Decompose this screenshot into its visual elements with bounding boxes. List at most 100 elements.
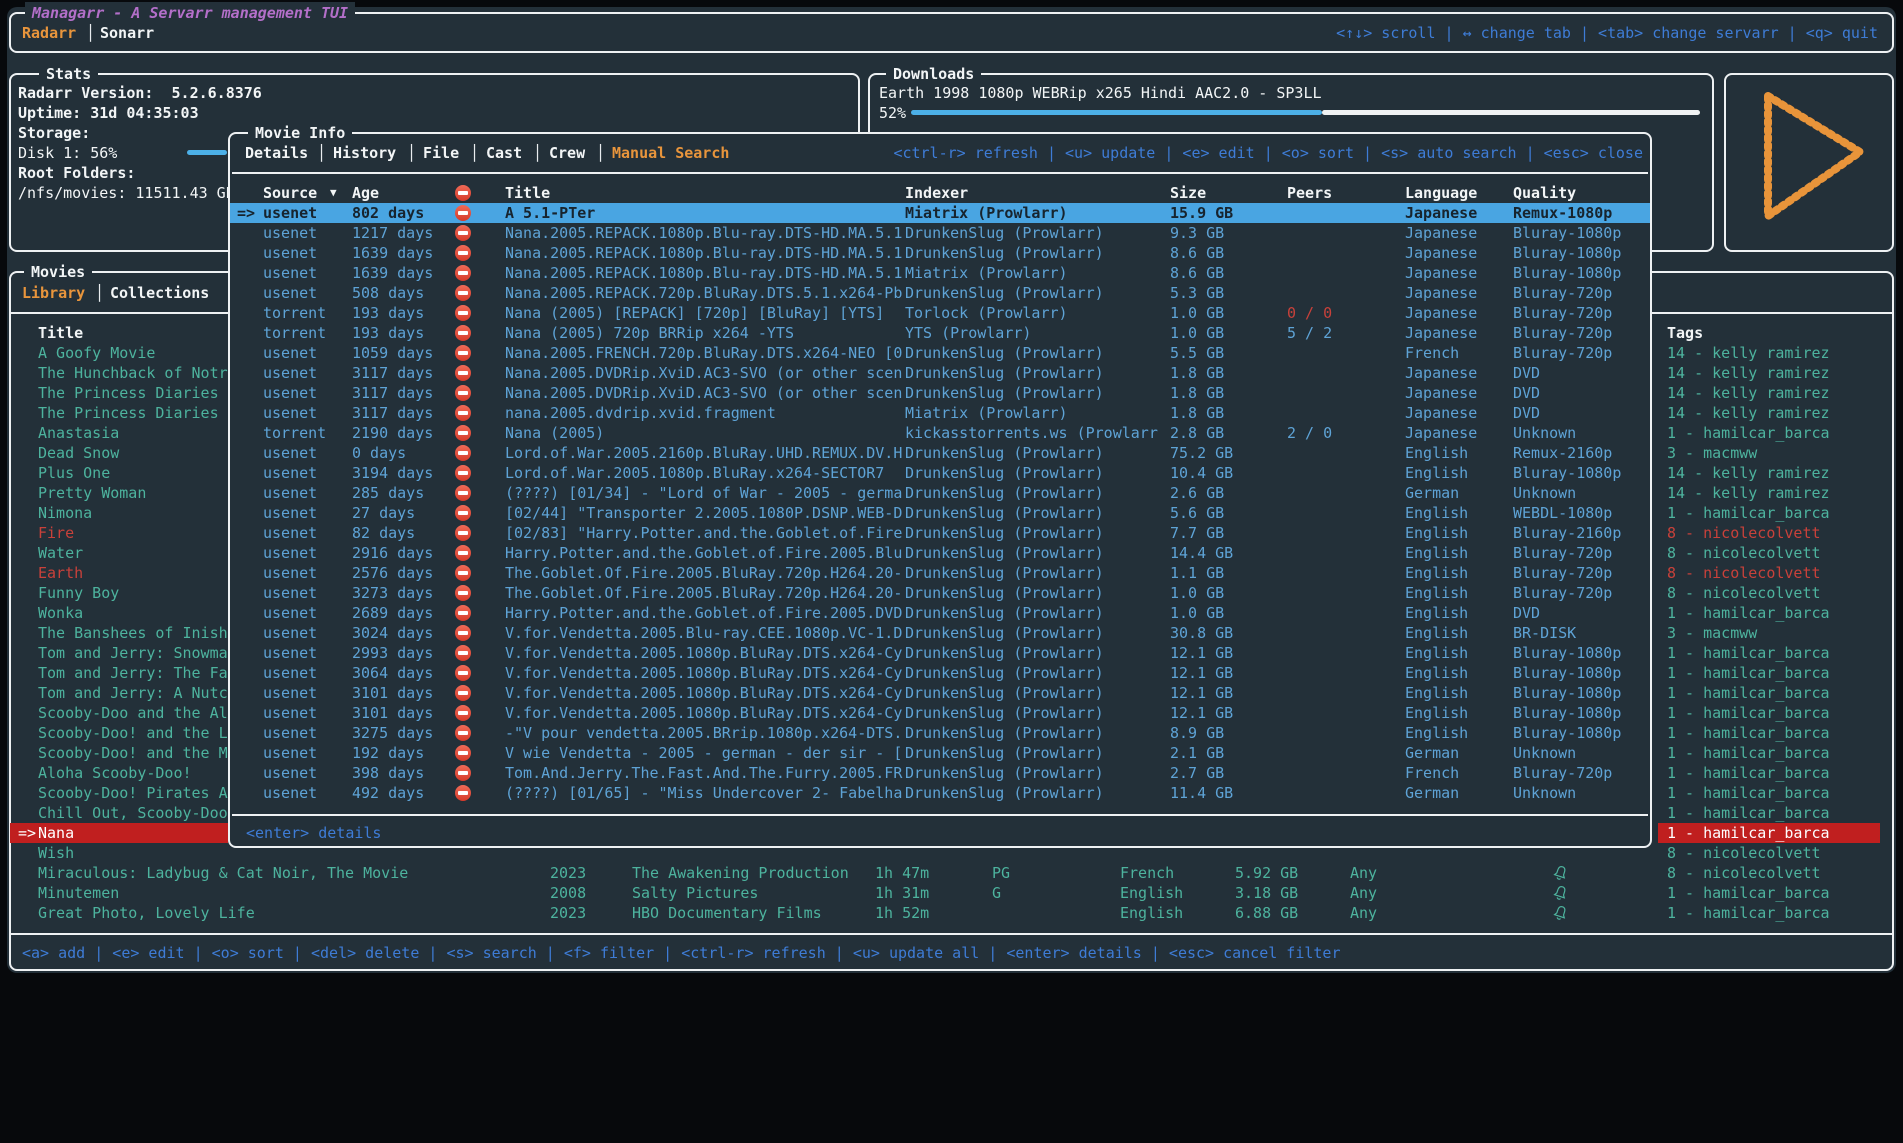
search-result-row[interactable]: usenet 3024 days V.for.Vendetta.2005.Blu… xyxy=(230,623,1650,643)
movie-row-tag[interactable]: 1 - hamilcar_barca xyxy=(1658,783,1880,803)
movie-row-tag[interactable]: 14 - kelly ramirez xyxy=(1658,463,1880,483)
movie-list-item[interactable]: The Princess Diaries xyxy=(10,403,228,423)
movie-row-tag[interactable]: 8 - nicolecolvett xyxy=(1658,583,1880,603)
search-result-row[interactable]: torrent 193 days Nana (2005) 720p BRRip … xyxy=(230,323,1650,343)
movie-row-tag[interactable]: 1 - hamilcar_barca xyxy=(1658,423,1880,443)
movie-list-item[interactable]: Wonka xyxy=(10,603,228,623)
movie-row-tag[interactable]: 14 - kelly ramirez xyxy=(1658,363,1880,383)
search-result-row[interactable]: usenet 492 days (????) [01/65] - "Miss U… xyxy=(230,783,1650,803)
movie-list-item[interactable]: Pretty Woman xyxy=(10,483,228,503)
movie-list-item[interactable]: The Princess Diaries xyxy=(10,383,228,403)
search-result-row[interactable]: usenet 1217 days Nana.2005.REPACK.1080p.… xyxy=(230,223,1650,243)
movie-row-tag[interactable]: 8 - nicolecolvett xyxy=(1658,843,1880,863)
modal-tab-crew[interactable]: Crew xyxy=(549,143,585,163)
search-result-row[interactable]: usenet 2916 days Harry.Potter.and.the.Go… xyxy=(230,543,1650,563)
search-result-row[interactable]: usenet 508 days Nana.2005.REPACK.720p.Bl… xyxy=(230,283,1650,303)
movie-row-tag[interactable]: 1 - hamilcar_barca xyxy=(1658,763,1880,783)
movie-row-tag[interactable]: 1 - hamilcar_barca xyxy=(1658,803,1880,823)
movie-list-item[interactable]: The Banshees of Inish xyxy=(10,623,228,643)
movie-row-tag[interactable]: 14 - kelly ramirez xyxy=(1658,403,1880,423)
movie-row-tag[interactable]: 3 - macmww xyxy=(1658,623,1880,643)
movie-row-tag[interactable]: 1 - hamilcar_barca xyxy=(1658,823,1880,843)
search-result-row[interactable]: usenet 0 days Lord.of.War.2005.2160p.Blu… xyxy=(230,443,1650,463)
movie-list-item[interactable]: => Nana xyxy=(10,823,228,843)
movie-list-item[interactable]: Plus One xyxy=(10,463,228,483)
search-result-row[interactable]: usenet 2576 days The.Goblet.Of.Fire.2005… xyxy=(230,563,1650,583)
tab-sonarr[interactable]: Sonarr xyxy=(100,23,154,43)
search-result-row[interactable]: => usenet 802 days A 5.1-PTer Miatrix (P… xyxy=(230,203,1650,223)
movie-list-item[interactable]: Tom and Jerry: The Fa xyxy=(10,663,228,683)
search-result-row[interactable]: usenet 285 days (????) [01/34] - "Lord o… xyxy=(230,483,1650,503)
movie-row-tag[interactable]: 3 - macmww xyxy=(1658,443,1880,463)
movie-row-tag[interactable]: 8 - nicolecolvett xyxy=(1658,863,1880,883)
movie-list-item[interactable]: Miraculous: Ladybug & Cat Noir, The Movi… xyxy=(10,863,228,883)
movie-list-item[interactable]: Aloha Scooby-Doo! xyxy=(10,763,228,783)
movie-list-item[interactable]: Scooby-Doo! Pirates A xyxy=(10,783,228,803)
movie-list-item[interactable]: Scooby-Doo! and the M xyxy=(10,743,228,763)
search-result-row[interactable]: usenet 3064 days V.for.Vendetta.2005.108… xyxy=(230,663,1650,683)
modal-tab-history[interactable]: History xyxy=(333,143,396,163)
movie-row-tag[interactable]: 1 - hamilcar_barca xyxy=(1658,643,1880,663)
modal-tab-details[interactable]: Details xyxy=(245,143,308,163)
movie-list-item[interactable]: Chill Out, Scooby-Doo xyxy=(10,803,228,823)
movie-row-tag[interactable]: 14 - kelly ramirez xyxy=(1658,483,1880,503)
search-result-row[interactable]: usenet 1059 days Nana.2005.FRENCH.720p.B… xyxy=(230,343,1650,363)
movie-row-tag[interactable]: 1 - hamilcar_barca xyxy=(1658,743,1880,763)
search-result-row[interactable]: usenet 2993 days V.for.Vendetta.2005.108… xyxy=(230,643,1650,663)
movie-list-item[interactable]: Earth xyxy=(10,563,228,583)
search-result-row[interactable]: usenet 192 days V wie Vendetta - 2005 - … xyxy=(230,743,1650,763)
modal-tab-manual-search[interactable]: Manual Search xyxy=(612,143,729,163)
tab-library[interactable]: Library xyxy=(22,283,85,303)
movie-list-item[interactable]: Great Photo, Lovely Life 2023 HBO Docume… xyxy=(10,903,228,923)
search-result-row[interactable]: usenet 3117 days nana.2005.dvdrip.xvid.f… xyxy=(230,403,1650,423)
search-result-row[interactable]: usenet 82 days [02/83] "Harry.Potter.and… xyxy=(230,523,1650,543)
search-result-row[interactable]: usenet 3194 days Lord.of.War.2005.1080p.… xyxy=(230,463,1650,483)
movie-list-item[interactable]: A Goofy Movie xyxy=(10,343,228,363)
movie-row-tag[interactable]: 1 - hamilcar_barca xyxy=(1658,663,1880,683)
search-result-row[interactable]: usenet 3101 days V.for.Vendetta.2005.108… xyxy=(230,683,1650,703)
movie-list-item[interactable]: Anastasia xyxy=(10,423,228,443)
tab-collections[interactable]: Collections xyxy=(110,283,209,303)
movie-row-tag[interactable]: 8 - nicolecolvett xyxy=(1658,543,1880,563)
search-result-row[interactable]: usenet 1639 days Nana.2005.REPACK.1080p.… xyxy=(230,263,1650,283)
search-result-row[interactable]: usenet 3275 days -"V pour vendetta.2005.… xyxy=(230,723,1650,743)
movie-list-item[interactable]: The Hunchback of Notr xyxy=(10,363,228,383)
movie-list-item[interactable]: Minutemen 2008 Salty Pictures 1h 31m G E… xyxy=(10,883,228,903)
search-result-row[interactable]: usenet 1639 days Nana.2005.REPACK.1080p.… xyxy=(230,243,1650,263)
result-title: Lord.of.War.2005.1080p.BluRay.x264-SECTO… xyxy=(505,463,884,483)
movie-list-item[interactable]: Dead Snow xyxy=(10,443,228,463)
download-item[interactable]: Earth 1998 1080p WEBRip x265 Hindi AAC2.… xyxy=(879,83,1322,103)
movie-row-tag[interactable]: 8 - nicolecolvett xyxy=(1658,523,1880,543)
movie-list-item[interactable]: Nimona xyxy=(10,503,228,523)
search-result-row[interactable]: usenet 27 days [02/44] "Transporter 2.20… xyxy=(230,503,1650,523)
search-result-row[interactable]: usenet 398 days Tom.And.Jerry.The.Fast.A… xyxy=(230,763,1650,783)
search-result-row[interactable]: torrent 193 days Nana (2005) [REPACK] [7… xyxy=(230,303,1650,323)
movie-list-item[interactable]: Tom and Jerry: Snowma xyxy=(10,643,228,663)
movie-row-tag[interactable]: 1 - hamilcar_barca xyxy=(1658,723,1880,743)
search-result-row[interactable]: usenet 3273 days The.Goblet.Of.Fire.2005… xyxy=(230,583,1650,603)
movie-list-item[interactable]: Fire xyxy=(10,523,228,543)
movie-row-tag[interactable]: 1 - hamilcar_barca xyxy=(1658,703,1880,723)
movie-row-tag[interactable]: 14 - kelly ramirez xyxy=(1658,343,1880,363)
search-result-row[interactable]: usenet 3101 days V.for.Vendetta.2005.108… xyxy=(230,703,1650,723)
movie-list-item[interactable]: Scooby-Doo and the Al xyxy=(10,703,228,723)
movie-row-tag[interactable]: 1 - hamilcar_barca xyxy=(1658,883,1880,903)
movie-list-item[interactable]: Scooby-Doo! and the L xyxy=(10,723,228,743)
search-result-row[interactable]: usenet 3117 days Nana.2005.DVDRip.XviD.A… xyxy=(230,383,1650,403)
search-result-row[interactable]: torrent 2190 days Nana (2005) kickasstor… xyxy=(230,423,1650,443)
movie-list-item[interactable]: Tom and Jerry: A Nutc xyxy=(10,683,228,703)
movie-row-tag[interactable]: 1 - hamilcar_barca xyxy=(1658,683,1880,703)
search-result-row[interactable]: usenet 3117 days Nana.2005.DVDRip.XviD.A… xyxy=(230,363,1650,383)
movie-list-item[interactable]: Water xyxy=(10,543,228,563)
movie-row-tag[interactable]: 14 - kelly ramirez xyxy=(1658,383,1880,403)
search-result-row[interactable]: usenet 2689 days Harry.Potter.and.the.Go… xyxy=(230,603,1650,623)
tab-radarr[interactable]: Radarr xyxy=(22,23,76,43)
movie-row-tag[interactable]: 1 - hamilcar_barca xyxy=(1658,503,1880,523)
movie-row-tag[interactable]: 8 - nicolecolvett xyxy=(1658,563,1880,583)
movie-row-tag[interactable]: 1 - hamilcar_barca xyxy=(1658,603,1880,623)
modal-tab-cast[interactable]: Cast xyxy=(486,143,522,163)
movie-row-tag[interactable]: 1 - hamilcar_barca xyxy=(1658,903,1880,923)
modal-tab-file[interactable]: File xyxy=(423,143,459,163)
movie-list-item[interactable]: Wish xyxy=(10,843,228,863)
movie-list-item[interactable]: Funny Boy xyxy=(10,583,228,603)
